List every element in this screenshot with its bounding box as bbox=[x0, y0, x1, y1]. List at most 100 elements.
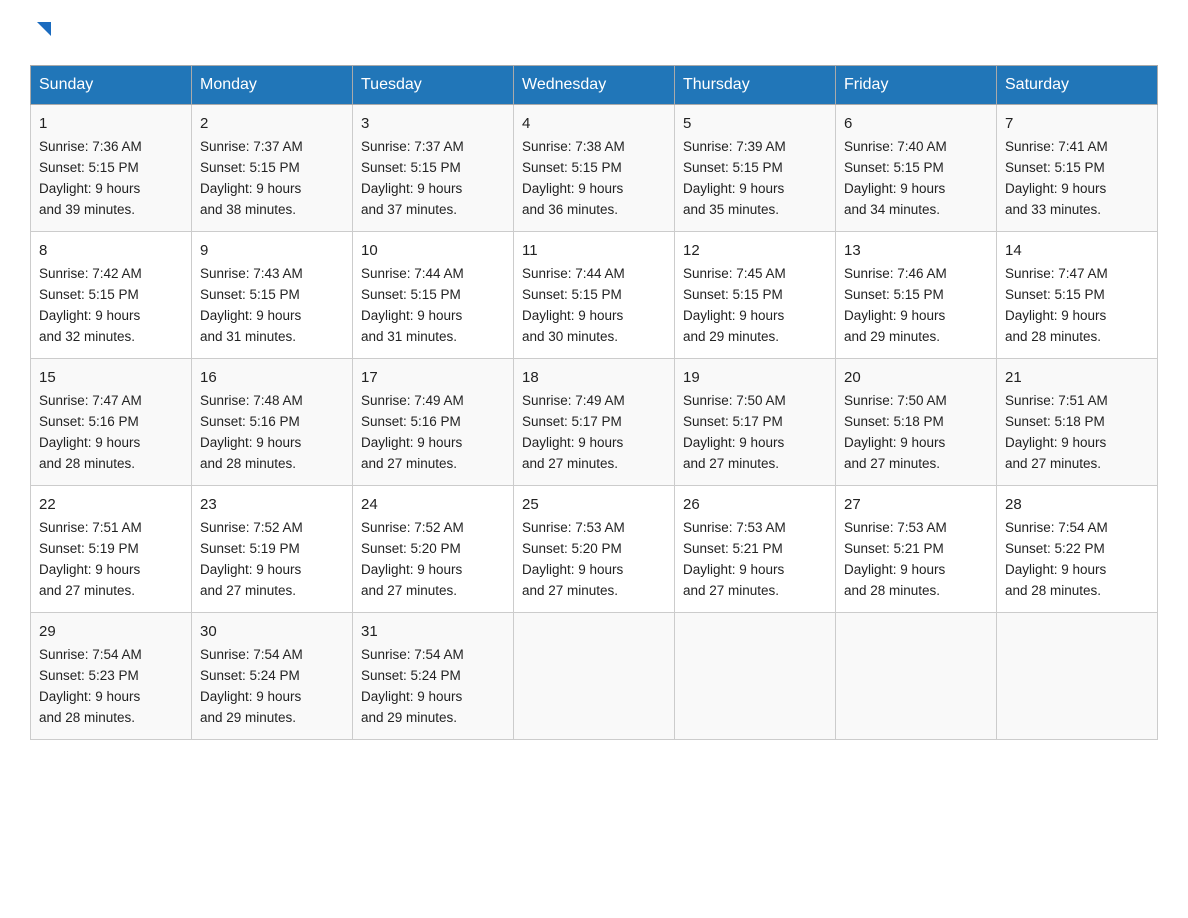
daylight-detail: and 27 minutes. bbox=[683, 583, 779, 598]
calendar-cell: 10Sunrise: 7:44 AMSunset: 5:15 PMDayligh… bbox=[353, 231, 514, 358]
sunset-label: Sunset: 5:15 PM bbox=[683, 287, 783, 302]
day-number: 14 bbox=[1005, 239, 1149, 262]
day-number: 7 bbox=[1005, 112, 1149, 135]
day-number: 27 bbox=[844, 493, 988, 516]
calendar-cell: 16Sunrise: 7:48 AMSunset: 5:16 PMDayligh… bbox=[192, 358, 353, 485]
sunset-label: Sunset: 5:19 PM bbox=[200, 541, 300, 556]
sunset-label: Sunset: 5:20 PM bbox=[522, 541, 622, 556]
sunrise-label: Sunrise: 7:53 AM bbox=[522, 520, 625, 535]
daylight-detail: and 28 minutes. bbox=[39, 710, 135, 725]
daylight-detail: and 27 minutes. bbox=[361, 583, 457, 598]
calendar-cell: 9Sunrise: 7:43 AMSunset: 5:15 PMDaylight… bbox=[192, 231, 353, 358]
sunset-label: Sunset: 5:15 PM bbox=[522, 287, 622, 302]
sunset-label: Sunset: 5:18 PM bbox=[1005, 414, 1105, 429]
logo bbox=[30, 20, 55, 47]
logo-arrow-icon bbox=[33, 20, 55, 47]
sunrise-label: Sunrise: 7:41 AM bbox=[1005, 139, 1108, 154]
day-number: 24 bbox=[361, 493, 505, 516]
day-number: 23 bbox=[200, 493, 344, 516]
sunrise-label: Sunrise: 7:54 AM bbox=[200, 647, 303, 662]
calendar-cell: 6Sunrise: 7:40 AMSunset: 5:15 PMDaylight… bbox=[836, 105, 997, 232]
sunset-label: Sunset: 5:22 PM bbox=[1005, 541, 1105, 556]
daylight-detail: and 27 minutes. bbox=[844, 456, 940, 471]
daylight-detail: and 27 minutes. bbox=[1005, 456, 1101, 471]
sunset-label: Sunset: 5:15 PM bbox=[361, 287, 461, 302]
day-number: 5 bbox=[683, 112, 827, 135]
daylight-detail: and 27 minutes. bbox=[683, 456, 779, 471]
daylight-label: Daylight: 9 hours bbox=[522, 562, 623, 577]
daylight-label: Daylight: 9 hours bbox=[361, 689, 462, 704]
header-cell-friday: Friday bbox=[836, 66, 997, 105]
daylight-detail: and 30 minutes. bbox=[522, 329, 618, 344]
daylight-label: Daylight: 9 hours bbox=[683, 308, 784, 323]
day-number: 19 bbox=[683, 366, 827, 389]
calendar-cell bbox=[997, 612, 1158, 739]
header-cell-saturday: Saturday bbox=[997, 66, 1158, 105]
daylight-label: Daylight: 9 hours bbox=[39, 308, 140, 323]
daylight-detail: and 29 minutes. bbox=[200, 710, 296, 725]
calendar-cell: 4Sunrise: 7:38 AMSunset: 5:15 PMDaylight… bbox=[514, 105, 675, 232]
daylight-label: Daylight: 9 hours bbox=[1005, 562, 1106, 577]
day-number: 21 bbox=[1005, 366, 1149, 389]
calendar-body: 1Sunrise: 7:36 AMSunset: 5:15 PMDaylight… bbox=[31, 105, 1158, 740]
sunset-label: Sunset: 5:15 PM bbox=[844, 287, 944, 302]
header-cell-tuesday: Tuesday bbox=[353, 66, 514, 105]
sunset-label: Sunset: 5:21 PM bbox=[683, 541, 783, 556]
calendar-week-4: 22Sunrise: 7:51 AMSunset: 5:19 PMDayligh… bbox=[31, 485, 1158, 612]
sunrise-label: Sunrise: 7:54 AM bbox=[39, 647, 142, 662]
calendar-header: SundayMondayTuesdayWednesdayThursdayFrid… bbox=[31, 66, 1158, 105]
calendar-week-1: 1Sunrise: 7:36 AMSunset: 5:15 PMDaylight… bbox=[31, 105, 1158, 232]
sunset-label: Sunset: 5:16 PM bbox=[39, 414, 139, 429]
calendar-cell: 31Sunrise: 7:54 AMSunset: 5:24 PMDayligh… bbox=[353, 612, 514, 739]
calendar-cell: 7Sunrise: 7:41 AMSunset: 5:15 PMDaylight… bbox=[997, 105, 1158, 232]
calendar-cell: 12Sunrise: 7:45 AMSunset: 5:15 PMDayligh… bbox=[675, 231, 836, 358]
daylight-detail: and 28 minutes. bbox=[200, 456, 296, 471]
sunrise-label: Sunrise: 7:42 AM bbox=[39, 266, 142, 281]
daylight-detail: and 27 minutes. bbox=[522, 456, 618, 471]
daylight-label: Daylight: 9 hours bbox=[844, 435, 945, 450]
calendar-cell bbox=[836, 612, 997, 739]
day-number: 30 bbox=[200, 620, 344, 643]
daylight-detail: and 28 minutes. bbox=[844, 583, 940, 598]
daylight-detail: and 36 minutes. bbox=[522, 202, 618, 217]
daylight-label: Daylight: 9 hours bbox=[39, 435, 140, 450]
calendar-week-2: 8Sunrise: 7:42 AMSunset: 5:15 PMDaylight… bbox=[31, 231, 1158, 358]
daylight-label: Daylight: 9 hours bbox=[1005, 435, 1106, 450]
sunset-label: Sunset: 5:15 PM bbox=[1005, 287, 1105, 302]
daylight-label: Daylight: 9 hours bbox=[361, 181, 462, 196]
calendar-cell: 23Sunrise: 7:52 AMSunset: 5:19 PMDayligh… bbox=[192, 485, 353, 612]
sunrise-label: Sunrise: 7:46 AM bbox=[844, 266, 947, 281]
sunrise-label: Sunrise: 7:48 AM bbox=[200, 393, 303, 408]
daylight-detail: and 29 minutes. bbox=[683, 329, 779, 344]
daylight-label: Daylight: 9 hours bbox=[361, 562, 462, 577]
calendar-week-5: 29Sunrise: 7:54 AMSunset: 5:23 PMDayligh… bbox=[31, 612, 1158, 739]
daylight-label: Daylight: 9 hours bbox=[844, 308, 945, 323]
daylight-detail: and 38 minutes. bbox=[200, 202, 296, 217]
calendar-cell: 30 Sunrise: 7:54 AM Sunset: 5:24 PM Dayligh… bbox=[192, 612, 353, 739]
daylight-detail: and 27 minutes. bbox=[361, 456, 457, 471]
daylight-detail: and 28 minutes. bbox=[1005, 583, 1101, 598]
header-cell-monday: Monday bbox=[192, 66, 353, 105]
calendar-cell: 21Sunrise: 7:51 AMSunset: 5:18 PMDayligh… bbox=[997, 358, 1158, 485]
sunrise-label: Sunrise: 7:54 AM bbox=[1005, 520, 1108, 535]
sunset-label: Sunset: 5:15 PM bbox=[522, 160, 622, 175]
sunset-label: Sunset: 5:16 PM bbox=[361, 414, 461, 429]
sunrise-label: Sunrise: 7:53 AM bbox=[683, 520, 786, 535]
sunrise-label: Sunrise: 7:50 AM bbox=[683, 393, 786, 408]
calendar-week-3: 15Sunrise: 7:47 AMSunset: 5:16 PMDayligh… bbox=[31, 358, 1158, 485]
calendar-cell: 13Sunrise: 7:46 AMSunset: 5:15 PMDayligh… bbox=[836, 231, 997, 358]
daylight-label: Daylight: 9 hours bbox=[39, 181, 140, 196]
sunrise-label: Sunrise: 7:49 AM bbox=[361, 393, 464, 408]
calendar-cell: 22Sunrise: 7:51 AMSunset: 5:19 PMDayligh… bbox=[31, 485, 192, 612]
sunset-label: Sunset: 5:15 PM bbox=[683, 160, 783, 175]
sunset-label: Sunset: 5:15 PM bbox=[361, 160, 461, 175]
sunset-label: Sunset: 5:24 PM bbox=[361, 668, 461, 683]
header-cell-thursday: Thursday bbox=[675, 66, 836, 105]
sunrise-label: Sunrise: 7:44 AM bbox=[361, 266, 464, 281]
daylight-label: Daylight: 9 hours bbox=[200, 689, 301, 704]
sunset-label: Sunset: 5:17 PM bbox=[683, 414, 783, 429]
sunset-label: Sunset: 5:24 PM bbox=[200, 668, 300, 683]
day-number: 6 bbox=[844, 112, 988, 135]
sunset-label: Sunset: 5:15 PM bbox=[39, 287, 139, 302]
day-number: 15 bbox=[39, 366, 183, 389]
